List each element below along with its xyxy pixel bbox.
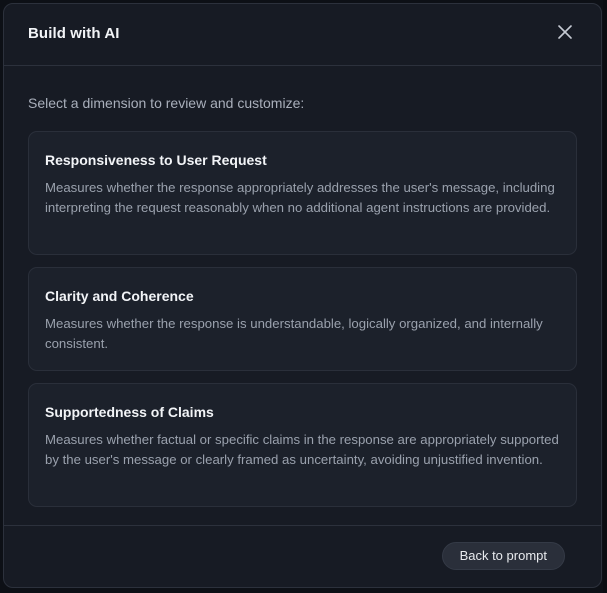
dimension-title: Supportedness of Claims	[45, 404, 214, 420]
dimension-description: Measures whether factual or specific cla…	[45, 432, 559, 467]
dimension-card-clarity[interactable]: Clarity and Coherence Measures whether t…	[28, 267, 577, 371]
close-button[interactable]	[553, 22, 577, 46]
dimension-card-supportedness[interactable]: Supportedness of Claims Measures whether…	[28, 383, 577, 507]
window-edge	[603, 0, 607, 593]
dimension-card-responsiveness[interactable]: Responsiveness to User Request Measures …	[28, 131, 577, 255]
dialog-header: Build with AI	[4, 4, 601, 66]
back-to-prompt-button[interactable]: Back to prompt	[441, 542, 565, 570]
dimension-description: Measures whether the response is underst…	[45, 316, 543, 351]
dialog-title: Build with AI	[28, 25, 120, 42]
dimension-title: Clarity and Coherence	[45, 288, 194, 304]
intro-text: Select a dimension to review and customi…	[28, 95, 305, 111]
dialog-footer: Back to prompt	[4, 525, 601, 587]
dialog-body: Select a dimension to review and customi…	[4, 66, 601, 528]
close-icon	[557, 24, 573, 45]
dimension-title: Responsiveness to User Request	[45, 152, 267, 168]
dimension-description: Measures whether the response appropriat…	[45, 180, 555, 215]
build-with-ai-dialog: Build with AI Select a dimension to revi…	[3, 3, 602, 588]
